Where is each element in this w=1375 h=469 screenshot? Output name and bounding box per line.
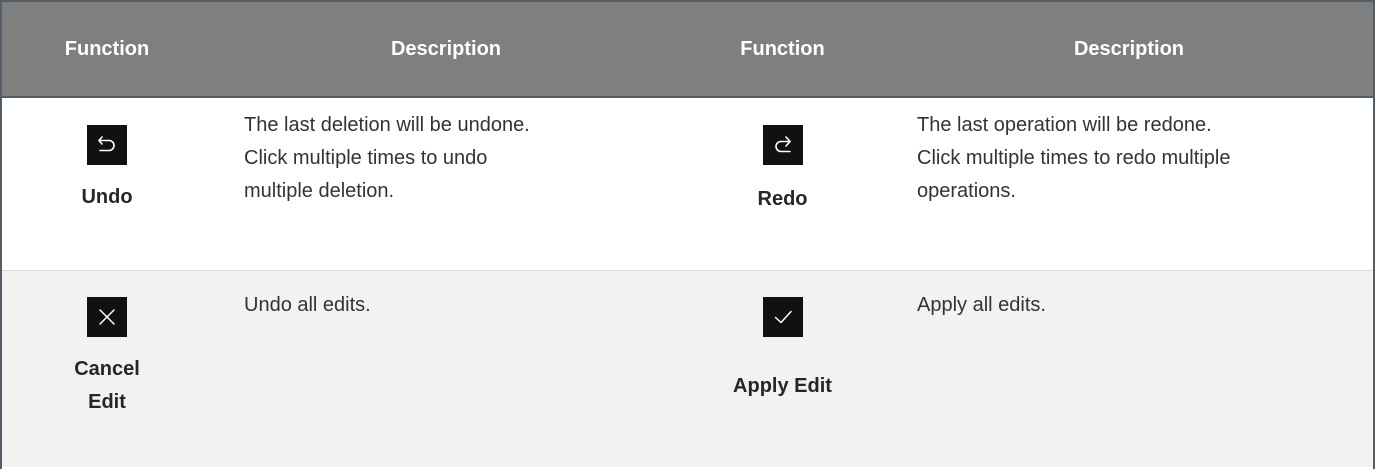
function-cell-cancel-edit: Cancel Edit [2, 270, 212, 467]
undo-label: Undo [81, 186, 133, 208]
redo-label: Redo [757, 188, 808, 210]
header-function-2: Function [680, 2, 885, 98]
function-cell-apply-edit: Apply Edit [680, 270, 885, 467]
header-description-1: Description [212, 2, 680, 98]
header-function-1: Function [2, 2, 212, 98]
undo-icon[interactable] [87, 125, 127, 165]
table-row: Undo The last deletion will be undone. C… [2, 97, 1373, 271]
cancel-edit-label: Cancel Edit [62, 353, 152, 419]
table-row: Cancel Edit Undo all edits. Apply Edit A… [2, 270, 1373, 467]
header-description-2: Description [885, 2, 1373, 98]
cancel-edit-label-line: Edit [88, 390, 126, 413]
description-line: The last deletion will be undone. [244, 114, 530, 136]
description-line: Click multiple times to undo [244, 147, 488, 169]
redo-icon[interactable] [762, 125, 803, 165]
description-cell-cancel-edit: Undo all edits. [244, 293, 371, 316]
description-cell-apply-edit: Apply all edits. [917, 293, 1046, 316]
function-cell-redo: Redo [680, 97, 885, 271]
table-header-row: Function Description Function Descriptio… [2, 2, 1373, 98]
apply-edit-label: Apply Edit [733, 374, 832, 397]
function-table: Function Description Function Descriptio… [2, 2, 1373, 467]
description-line: multiple deletion. [244, 180, 395, 202]
description-line: The last operation will be redone. [917, 114, 1212, 136]
description-line: operations. [917, 180, 1016, 202]
description-line: Click multiple times to redo multiple [917, 147, 1231, 169]
cancel-edit-label-line: Cancel [74, 357, 140, 380]
check-icon[interactable] [762, 296, 803, 337]
close-icon[interactable] [87, 296, 127, 337]
description-cell-redo: The last operation will be redone. Click… [885, 97, 1373, 271]
function-cell-undo: Undo [2, 97, 212, 271]
function-table-container: Function Description Function Descriptio… [0, 0, 1375, 469]
description-cell-undo: The last deletion will be undone. Click … [212, 97, 680, 271]
